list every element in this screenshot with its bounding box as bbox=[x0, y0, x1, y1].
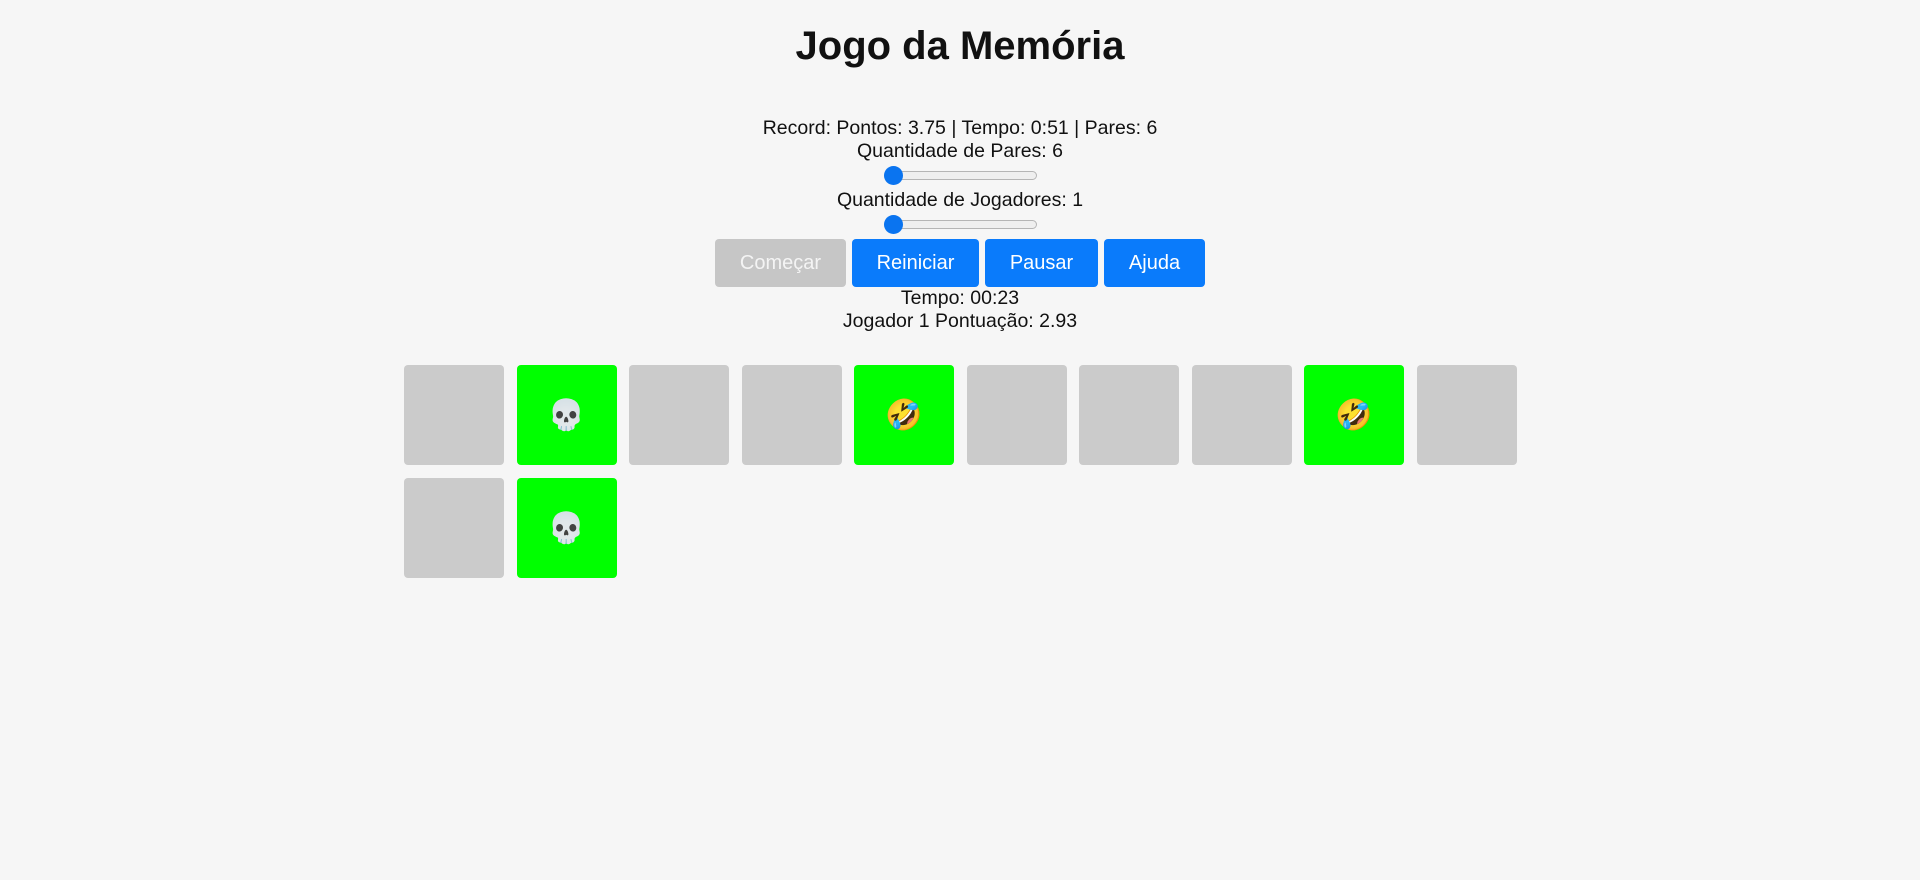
memory-card[interactable] bbox=[404, 478, 504, 578]
memory-card[interactable] bbox=[1191, 365, 1292, 465]
pause-button[interactable]: Pausar bbox=[985, 239, 1098, 287]
memory-card[interactable] bbox=[404, 365, 504, 465]
skull-icon: 💀 bbox=[547, 398, 586, 432]
game-container: Jogo da Memória Record: Pontos: 3.75 | T… bbox=[0, 0, 1920, 333]
pairs-quantity-label: Quantidade de Pares: 6 bbox=[857, 140, 1063, 162]
memory-card[interactable] bbox=[741, 365, 842, 465]
control-buttons: Começar Reiniciar Pausar Ajuda bbox=[0, 239, 1920, 287]
memory-card[interactable]: 💀 bbox=[516, 478, 617, 578]
memory-card[interactable] bbox=[966, 365, 1067, 465]
pairs-slider-thumb[interactable] bbox=[883, 166, 903, 185]
memory-card[interactable]: 💀 bbox=[516, 365, 617, 465]
rolling-laughing-face-icon: 🤣 bbox=[1335, 398, 1373, 432]
memory-card[interactable] bbox=[629, 365, 729, 465]
pairs-slider-row bbox=[0, 163, 1920, 188]
pairs-slider[interactable] bbox=[883, 166, 1037, 185]
players-slider-track[interactable] bbox=[883, 220, 1037, 229]
help-button[interactable]: Ajuda bbox=[1104, 239, 1205, 287]
memory-card[interactable]: 🤣 bbox=[1304, 365, 1404, 465]
record-text: Record: Pontos: 3.75 | Tempo: 0:51 | Par… bbox=[762, 117, 1158, 139]
players-slider-thumb[interactable] bbox=[883, 215, 903, 234]
memory-card[interactable] bbox=[1079, 365, 1179, 465]
rolling-laughing-face-icon: 🤣 bbox=[885, 398, 923, 432]
memory-card[interactable]: 🤣 bbox=[854, 365, 954, 465]
memory-card[interactable] bbox=[1416, 365, 1517, 465]
player-score-text: Jogador 1 Pontuação: 2.93 bbox=[842, 310, 1078, 332]
page-title: Jogo da Memória bbox=[795, 24, 1125, 68]
card-board: 💀 🤣 🤣 💀 bbox=[404, 365, 1534, 578]
skull-icon: 💀 bbox=[547, 511, 586, 545]
start-button[interactable]: Começar bbox=[715, 239, 846, 287]
players-slider-row bbox=[0, 212, 1920, 237]
timer-text: Tempo: 00:23 bbox=[900, 287, 1020, 309]
pairs-slider-track[interactable] bbox=[883, 171, 1037, 180]
restart-button[interactable]: Reiniciar bbox=[852, 239, 979, 287]
players-quantity-label: Quantidade de Jogadores: 1 bbox=[836, 189, 1084, 211]
players-slider[interactable] bbox=[883, 215, 1037, 234]
